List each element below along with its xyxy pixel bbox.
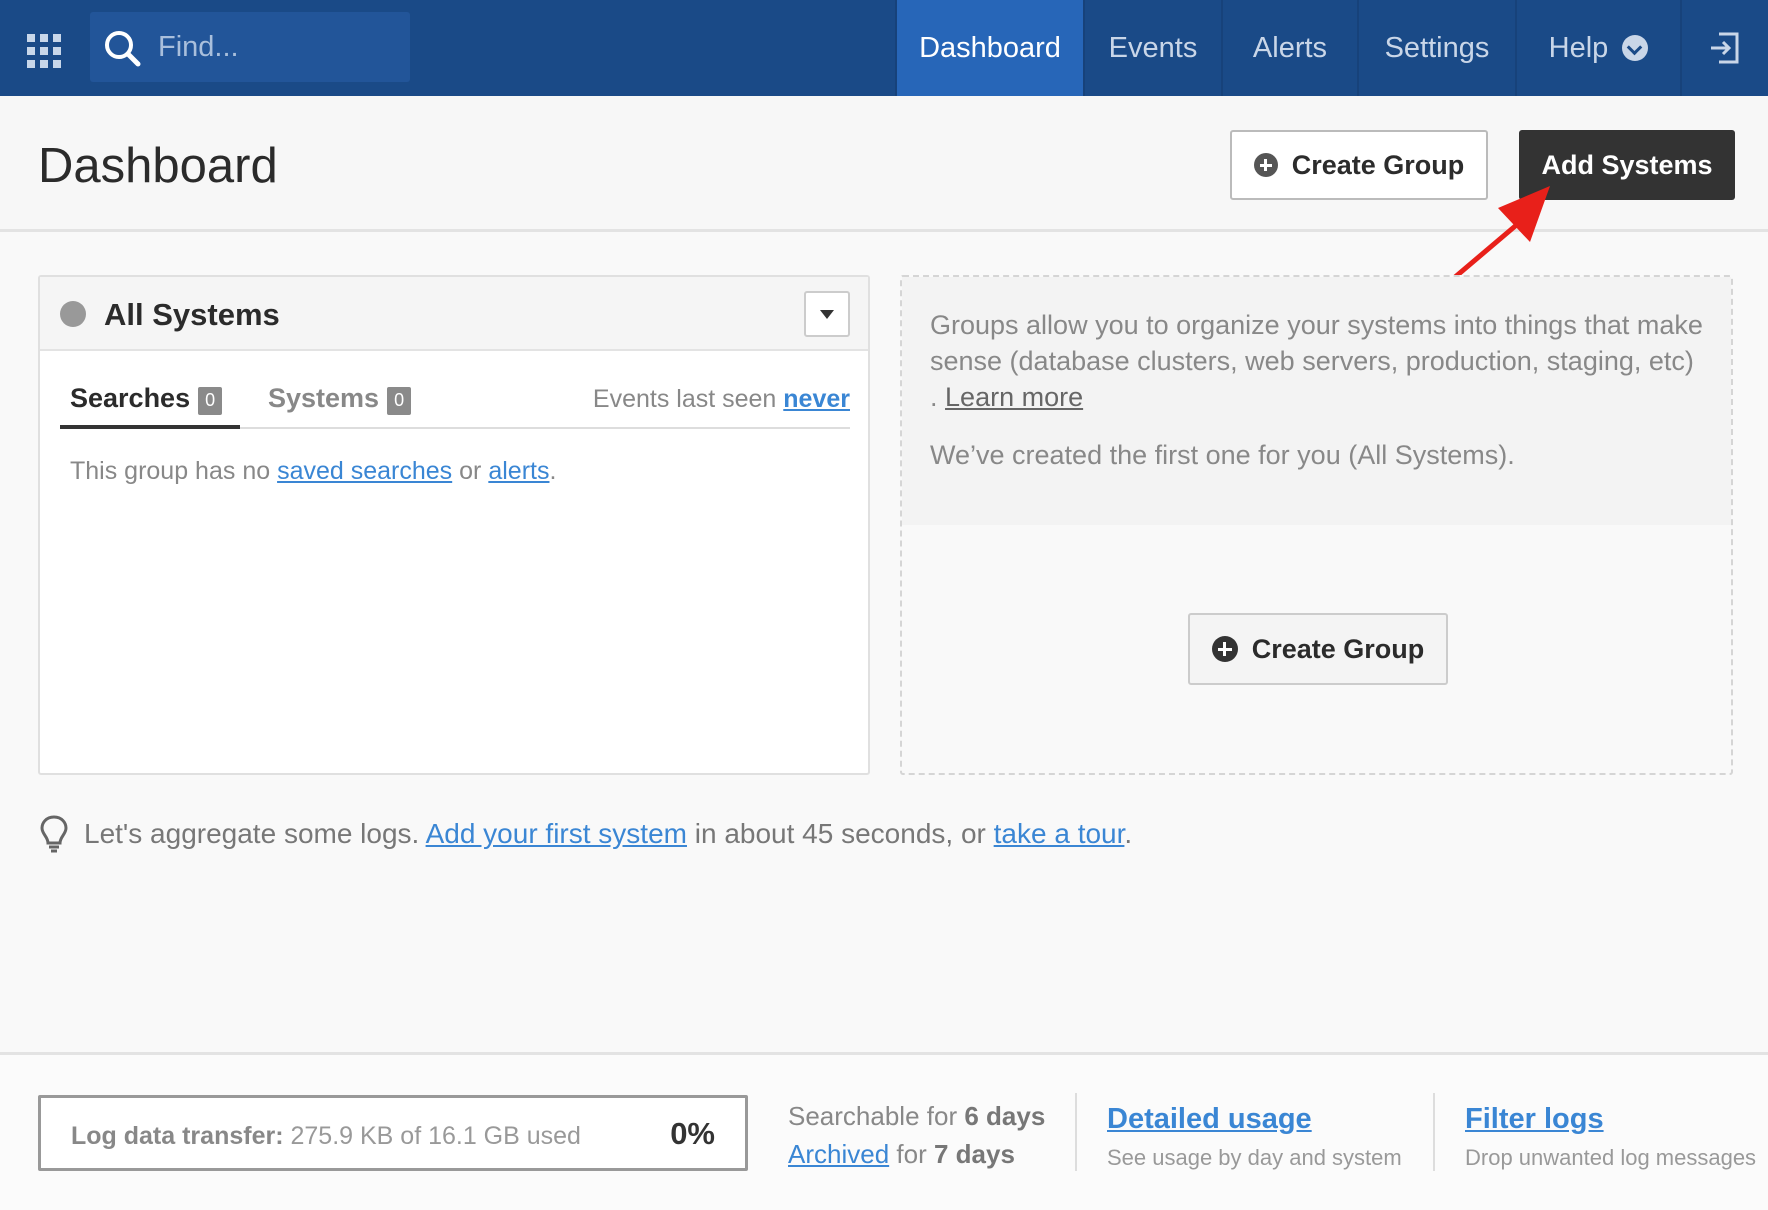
nav-settings-label: Settings: [1384, 31, 1490, 64]
empty-text: .: [549, 457, 557, 485]
archived-link[interactable]: Archived: [788, 1139, 889, 1169]
filter-logs-subtitle: Drop unwanted log messages: [1465, 1145, 1757, 1170]
tip-text: in about 45 seconds, or: [694, 818, 986, 849]
detailed-usage-subtitle: See usage by day and system: [1107, 1145, 1402, 1170]
logout-button[interactable]: [1680, 0, 1768, 96]
apps-grid-icon[interactable]: [20, 28, 64, 68]
group-title: All Systems: [104, 297, 280, 332]
nav-dashboard[interactable]: Dashboard: [895, 0, 1083, 96]
nav-alerts[interactable]: Alerts: [1221, 0, 1357, 96]
nav-alerts-label: Alerts: [1252, 31, 1328, 64]
retention-info: Searchable for 6 days Archived for 7 day…: [788, 1097, 1045, 1173]
empty-text: or: [459, 457, 482, 485]
top-navigation: Dashboard Events Alerts Settings Help: [0, 0, 1768, 96]
plus-circle-icon: [1253, 153, 1278, 177]
groups-created-note: We’ve created the first one for you (All…: [930, 440, 1515, 470]
plus-circle-icon: [1211, 636, 1238, 662]
add-first-system-link[interactable]: Add your first system: [426, 818, 687, 849]
nav-help[interactable]: Help: [1515, 0, 1680, 96]
tab-searches[interactable]: Searches 0: [60, 373, 240, 429]
group-tabs: Searches 0 Systems 0 Events last seen ne…: [60, 373, 850, 429]
search-input[interactable]: [158, 26, 398, 68]
logout-icon: [1711, 32, 1739, 64]
chevron-down-icon: [1622, 35, 1649, 61]
log-transfer-meter: Log data transfer: 275.9 KB of 16.1 GB u…: [38, 1095, 748, 1171]
divider: [1433, 1093, 1435, 1171]
count-badge: 0: [387, 387, 412, 415]
status-dot: [60, 301, 86, 327]
nav-dashboard-label: Dashboard: [919, 31, 1061, 64]
tab-systems[interactable]: Systems 0: [268, 373, 412, 429]
empty-state-message: This group has no saved searches or aler…: [70, 457, 556, 486]
tip-text: Let's aggregate some logs.: [84, 818, 420, 849]
events-last-seen: Events last seen never: [593, 385, 850, 414]
count-badge: 0: [198, 387, 223, 415]
events-seen-link[interactable]: never: [783, 385, 850, 413]
archived-label: for: [896, 1139, 927, 1169]
page-title: Dashboard: [38, 139, 278, 193]
log-transfer-percent: 0%: [670, 1116, 715, 1151]
group-card: All Systems Searches 0 Systems 0 Events …: [38, 275, 870, 775]
tab-systems-label: Systems: [268, 383, 380, 413]
nav-events[interactable]: Events: [1083, 0, 1221, 96]
take-a-tour-link[interactable]: take a tour: [994, 818, 1125, 849]
searchable-days: 6 days: [964, 1101, 1046, 1131]
detailed-usage-link[interactable]: Detailed usage: [1107, 1103, 1312, 1136]
onboarding-tip: Let's aggregate some logs. Add your firs…: [38, 814, 1132, 854]
log-transfer-value: 275.9 KB of 16.1 GB used: [290, 1122, 581, 1150]
group-card-header: All Systems: [40, 277, 868, 351]
groups-info-panel: Groups allow you to organize your system…: [900, 275, 1733, 775]
search-box: [90, 12, 410, 82]
saved-searches-link[interactable]: saved searches: [277, 457, 452, 485]
groups-info-text: Groups allow you to organize your system…: [902, 277, 1731, 525]
log-transfer-label: Log data transfer:: [71, 1122, 284, 1150]
log-transfer-text: Log data transfer: 275.9 KB of 16.1 GB u…: [71, 1122, 581, 1151]
empty-text: This group has no: [70, 457, 271, 485]
create-group-label: Create Group: [1251, 633, 1425, 664]
usage-footer: Log data transfer: 275.9 KB of 16.1 GB u…: [0, 1052, 1768, 1210]
groups-description: Groups allow you to organize your system…: [930, 307, 1703, 415]
learn-more-link[interactable]: Learn more: [945, 382, 1083, 412]
divider: [1075, 1093, 1077, 1171]
alerts-link[interactable]: alerts: [488, 457, 549, 485]
nav-settings[interactable]: Settings: [1357, 0, 1515, 96]
nav-events-label: Events: [1108, 31, 1198, 64]
archived-days: 7 days: [933, 1139, 1015, 1169]
filter-logs-link[interactable]: Filter logs: [1465, 1103, 1604, 1136]
tab-searches-label: Searches: [70, 383, 191, 413]
nav-help-label: Help: [1548, 31, 1609, 64]
create-group-button-secondary[interactable]: Create Group: [1188, 613, 1448, 685]
group-menu-dropdown[interactable]: [804, 291, 850, 337]
tip-text: .: [1124, 818, 1133, 849]
events-seen-label: Events last seen: [592, 385, 777, 413]
search-icon[interactable]: [102, 28, 142, 68]
searchable-label: Searchable for: [788, 1101, 958, 1131]
lightbulb-icon: [40, 815, 68, 853]
